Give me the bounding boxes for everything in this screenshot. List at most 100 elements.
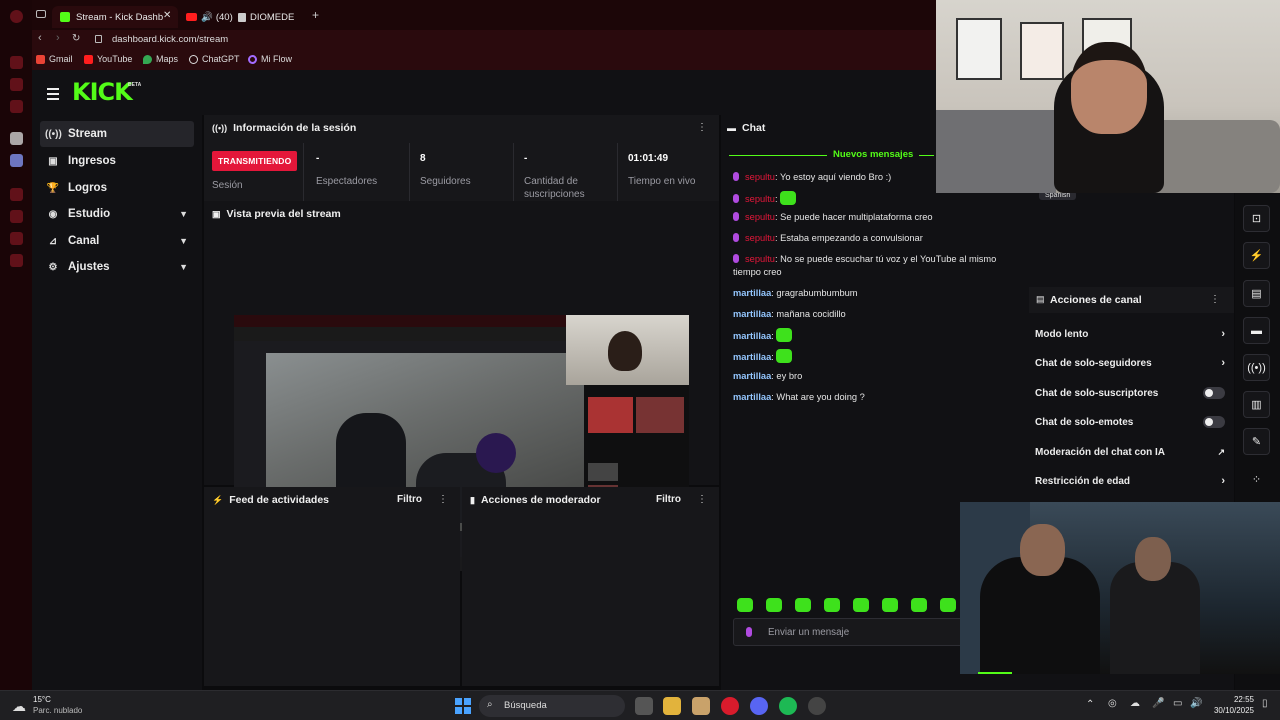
bookmark-maps[interactable]: Maps [143,54,178,64]
close-tab-icon[interactable]: ✕ [163,10,171,21]
bookmark-youtube[interactable]: YouTube [84,54,132,64]
tab-kick-dashboard[interactable]: Stream - Kick Dashb [52,6,178,28]
bookmark-chatgpt[interactable]: ChatGPT [189,54,240,64]
emote-icon[interactable] [940,598,956,612]
wrench-icon[interactable]: ✎ [1243,428,1270,455]
chat-username[interactable]: martillaa [733,331,771,341]
back-icon[interactable]: ‹ [38,32,42,44]
action-restriccion-edad[interactable]: Restricción de edad › [1035,468,1225,494]
reload-icon[interactable]: ↻ [72,33,80,44]
speaker-icon[interactable]: 🔊 [1190,698,1202,709]
weather-icon[interactable]: ☁ [12,698,26,715]
app-icon[interactable] [692,697,710,715]
chat-username[interactable]: martillaa [733,392,771,402]
chat-username[interactable]: martillaa [733,352,771,362]
url-field[interactable]: dashboard.kick.com/stream [112,34,228,45]
activity-feed-panel: ⚡ Feed de actividades Filtro ⋮ [204,487,460,686]
apps-icon[interactable]: ⁘ [1243,466,1270,493]
action-solo-suscriptores[interactable]: Chat de solo-suscriptores [1035,380,1225,406]
chat-username[interactable]: sepultu [745,233,775,243]
nav-item-canal[interactable]: ⊿ Canal ▼ [40,228,194,254]
bolt-icon[interactable]: ⚡ [1243,242,1270,269]
new-tab-button[interactable]: + [312,8,319,22]
emote-icon[interactable] [911,598,927,612]
emote-icon[interactable] [824,598,840,612]
more-options-icon[interactable]: ⋮ [697,494,707,505]
obs-icon[interactable] [808,697,826,715]
clipboard-icon[interactable]: ▤ [1243,280,1270,307]
nav-item-estudio[interactable]: ◉ Estudio ▼ [40,201,194,227]
tab-youtube[interactable]: 🔊 (40) [186,6,236,28]
clock-time[interactable]: 22:55 [1208,695,1254,704]
subscribers-only-toggle[interactable] [1203,387,1225,399]
bookmark-gmail[interactable]: Gmail [36,54,73,64]
bookmark-mi-flow[interactable]: Mi Flow [248,54,292,64]
discord-icon[interactable] [10,154,23,167]
task-view-icon[interactable] [635,697,653,715]
emote-icon[interactable] [795,598,811,612]
more-options-icon[interactable]: ⋮ [1210,294,1220,305]
sidebar-app-icon[interactable] [10,100,23,113]
discord-icon[interactable] [750,697,768,715]
filter-button[interactable]: Filtro [656,494,681,505]
tray-chevron-icon[interactable]: ⌃ [1086,699,1094,710]
more-options-icon[interactable]: ⋮ [438,494,448,505]
chat-username[interactable]: sepultu [745,194,775,204]
weather-desc[interactable]: Parc. nublado [33,706,82,715]
chat-username[interactable]: martillaa [733,309,771,319]
emote-icon[interactable] [766,598,782,612]
notifications-icon[interactable]: ▯ [1262,698,1268,709]
start-tile [464,698,471,705]
nav-item-stream[interactable]: ((•)) Stream [40,121,194,147]
sidebar-app-icon[interactable] [10,210,23,223]
filter-button[interactable]: Filtro [397,494,422,505]
layout-icon[interactable]: ▥ [1243,391,1270,418]
nav-item-ajustes[interactable]: ⚙ Ajustes ▼ [40,254,194,280]
action-solo-emotes[interactable]: Chat de solo-emotes [1035,409,1225,435]
youtube-icon [84,54,93,64]
sidebar-app-icon[interactable] [10,132,23,145]
clock-date[interactable]: 30/10/2025 [1208,706,1254,715]
microphone-icon[interactable] [746,627,752,637]
sidebar-app-icon[interactable] [10,254,23,267]
sidebar-app-icon[interactable] [10,188,23,201]
emote-icon[interactable] [882,598,898,612]
menu-icon[interactable] [47,88,59,100]
action-solo-seguidores[interactable]: Chat de solo-seguidores › [1035,350,1225,376]
nav-item-logros[interactable]: 🏆 Logros [40,175,194,201]
chat-username[interactable]: sepultu [745,172,775,182]
tray-app-icon[interactable]: ◎ [1108,698,1117,709]
browser-logo-icon[interactable] [10,10,23,23]
chat-input[interactable]: Enviar un mensaje [733,618,963,646]
action-modo-lento[interactable]: Modo lento › [1035,321,1225,347]
chat-bubble-icon[interactable]: ▬ [1243,317,1270,344]
chat-username[interactable]: martillaa [733,288,771,298]
emotes-only-toggle[interactable] [1203,416,1225,428]
action-moderacion-ia[interactable]: Moderación del chat con IA ↗ [1035,439,1225,465]
chat-username[interactable]: sepultu [745,254,775,264]
microphone-icon[interactable]: 🎤 [1152,698,1164,709]
spotify-icon[interactable] [779,697,797,715]
windows-start-icon[interactable] [455,698,471,714]
sidebar-app-icon[interactable] [10,232,23,245]
sidebar-app-icon[interactable] [10,56,23,69]
tab-diomedez[interactable]: DIOMEDE [238,6,302,28]
emote-icon[interactable] [737,598,753,612]
weather-temp[interactable]: 15°C [33,695,51,704]
taskbar-search[interactable]: ⌕ Búsqueda [479,695,625,717]
forward-icon[interactable]: › [56,32,60,44]
file-explorer-icon[interactable] [663,697,681,715]
nav-item-ingresos[interactable]: ▣ Ingresos [40,148,194,174]
chat-username[interactable]: sepultu [745,212,775,222]
tab-overview-icon[interactable] [36,10,46,18]
cloud-icon[interactable]: ☁ [1130,698,1140,709]
emote-icon[interactable] [853,598,869,612]
scan-icon[interactable]: ⊡ [1243,205,1270,232]
signal-icon[interactable]: ((•)) [1243,354,1270,381]
sidebar-app-icon[interactable] [10,78,23,91]
chat-username[interactable]: martillaa [733,371,771,381]
kick-logo[interactable]: KICK [72,78,133,106]
opera-gx-icon[interactable] [721,697,739,715]
display-icon[interactable]: ▭ [1173,698,1182,709]
more-options-icon[interactable]: ⋮ [697,122,707,133]
